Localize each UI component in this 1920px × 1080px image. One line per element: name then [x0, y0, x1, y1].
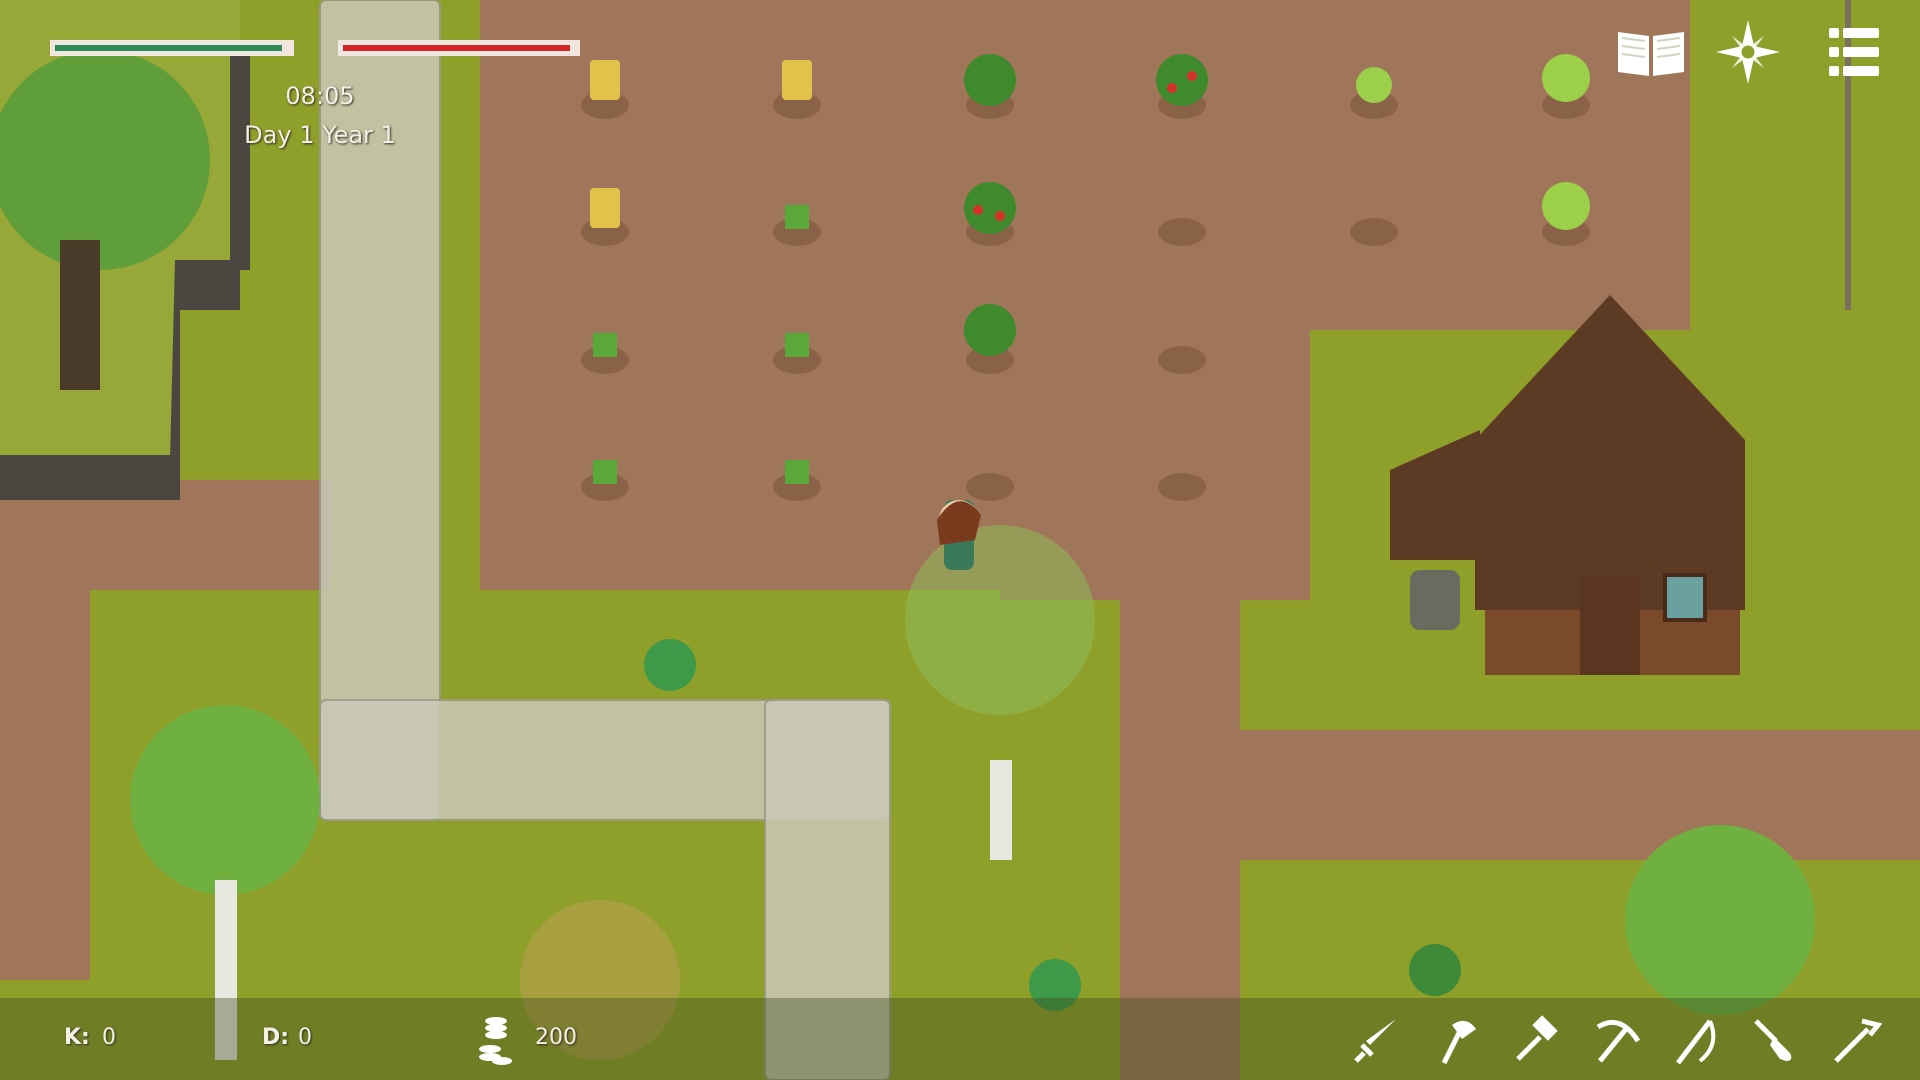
pickaxe-icon	[1596, 1019, 1641, 1063]
health-bar	[50, 40, 294, 56]
compass-button[interactable]	[1712, 20, 1784, 84]
tool-pickaxe[interactable]	[1588, 1013, 1644, 1069]
open-book-icon	[1618, 32, 1684, 76]
stamina-bar-fill	[343, 45, 571, 51]
time-display: 08:05	[285, 82, 355, 110]
tool-hoe[interactable]	[1828, 1013, 1884, 1069]
kills-label: K:	[64, 1025, 90, 1050]
axe-icon	[1441, 1020, 1476, 1065]
tool-sword[interactable]	[1348, 1013, 1404, 1069]
coin-count: 200	[535, 1025, 577, 1050]
menu-button[interactable]	[1818, 20, 1890, 84]
sword-icon	[1354, 1019, 1396, 1063]
hoe-icon	[1834, 1018, 1882, 1063]
shovel-icon	[1754, 1019, 1792, 1061]
compass-icon	[1716, 20, 1780, 84]
stamina-bar	[338, 40, 580, 56]
coin-stack-icon	[479, 1017, 512, 1065]
kills-value: 0	[102, 1025, 116, 1050]
tool-axe[interactable]	[1428, 1013, 1484, 1069]
journal-book-button[interactable]	[1615, 20, 1687, 84]
tool-scythe[interactable]	[1668, 1013, 1724, 1069]
game-world[interactable]	[0, 0, 1920, 1080]
hammer-icon	[1516, 1015, 1558, 1061]
tool-hammer[interactable]	[1508, 1013, 1564, 1069]
deaths-value: 0	[298, 1025, 312, 1050]
list-menu-icon	[1829, 28, 1879, 76]
health-bar-fill	[55, 45, 282, 51]
date-display: Day 1 Year 1	[244, 121, 396, 149]
scythe-icon	[1676, 1019, 1716, 1065]
deaths-label: D:	[262, 1025, 290, 1050]
tool-shovel[interactable]	[1748, 1013, 1804, 1069]
